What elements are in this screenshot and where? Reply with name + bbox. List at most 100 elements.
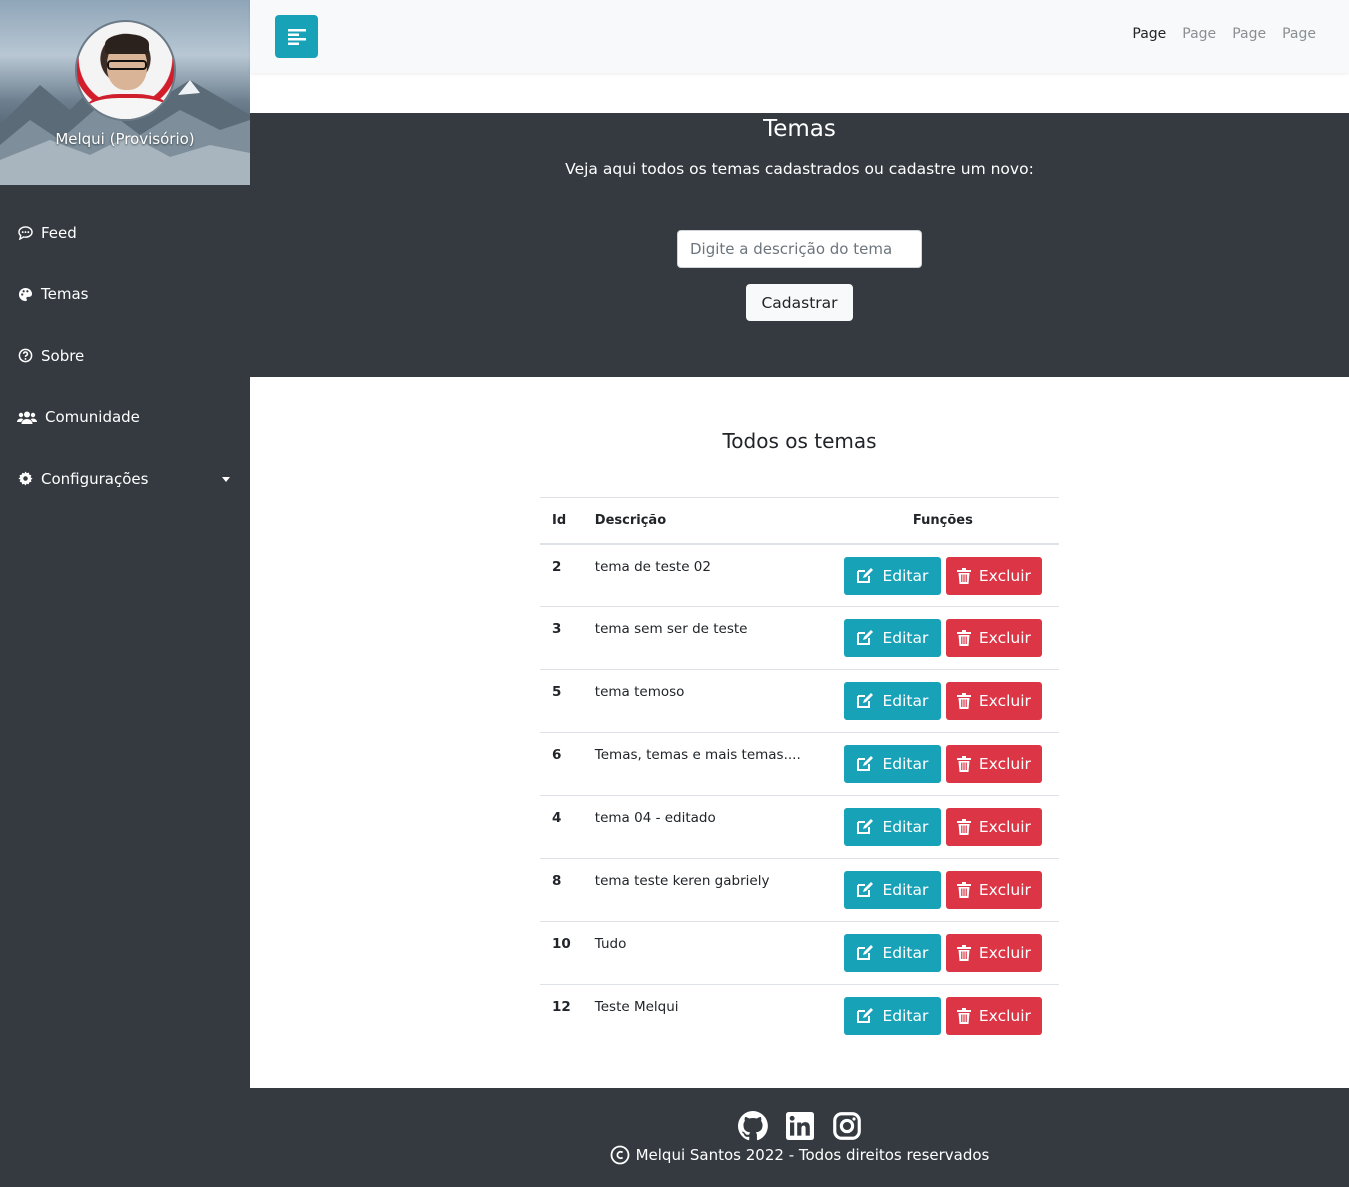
delete-button[interactable]: Excluir (945, 997, 1042, 1035)
row-id: 4 (540, 795, 583, 859)
row-actions: Editar Excluir (826, 732, 1059, 796)
edit-label: Editar (882, 944, 929, 962)
spacer (250, 73, 1349, 113)
sidebar-item-feed[interactable]: Feed (0, 202, 250, 264)
delete-button[interactable]: Excluir (945, 934, 1042, 972)
edit-button[interactable]: Editar (843, 871, 941, 909)
delete-button[interactable]: Excluir (945, 682, 1042, 720)
header-id: Id (540, 497, 583, 545)
trash-icon (956, 1008, 971, 1024)
table-title: Todos os temas (722, 429, 877, 453)
table-row: 3 tema sem ser de teste Editar Excluir (540, 606, 1059, 670)
sidebar-item-label: Temas (41, 285, 89, 304)
chevron-down-icon (222, 476, 230, 482)
table-row: 10 Tudo Editar Excluir (540, 921, 1059, 985)
delete-button[interactable]: Excluir (945, 808, 1042, 846)
temas-table: Id Descrição Funções 2 tema de teste 02 Ed… (540, 497, 1059, 1048)
top-nav-link-2[interactable]: Page (1182, 26, 1216, 42)
palette-icon (17, 286, 33, 302)
edit-icon (857, 693, 874, 708)
edit-button[interactable]: Editar (843, 682, 941, 720)
sidebar-item-label: Sobre (41, 346, 85, 365)
copyright-text: Melqui Santos 2022 - Todos direitos rese… (635, 1146, 990, 1164)
delete-label: Excluir (978, 692, 1031, 710)
page-subtitle: Veja aqui todos os temas cadastrados ou … (565, 160, 1034, 178)
sidebar: Melqui (Provisório) Feed Temas Sobre Com… (0, 0, 250, 1187)
trash-icon (956, 630, 971, 646)
top-nav-link-3[interactable]: Page (1232, 26, 1266, 42)
edit-icon (857, 819, 874, 834)
delete-label: Excluir (978, 755, 1031, 773)
sidebar-item-sobre[interactable]: Sobre (0, 325, 250, 387)
sidebar-item-label: Configurações (41, 469, 149, 488)
row-actions: Editar Excluir (826, 858, 1059, 922)
row-description: tema sem ser de teste (582, 606, 827, 670)
comment-dots-icon (17, 225, 33, 241)
row-description: tema de teste 02 (582, 543, 827, 607)
edit-button[interactable]: Editar (843, 997, 941, 1035)
sidebar-item-comunidade[interactable]: Comunidade (0, 387, 250, 449)
edit-button[interactable]: Editar (843, 934, 941, 972)
temas-list-section: Todos os temas Id Descrição Funções 2 tem… (250, 377, 1349, 1088)
delete-label: Excluir (978, 944, 1031, 962)
sidebar-item-label: Feed (41, 223, 77, 242)
delete-label: Excluir (978, 881, 1031, 899)
table-row: 2 tema de teste 02 Editar Excluir (540, 543, 1059, 607)
edit-label: Editar (882, 692, 929, 710)
header-descricao: Descrição (582, 497, 827, 545)
cadastrar-button[interactable]: Cadastrar (746, 284, 853, 321)
edit-button[interactable]: Editar (843, 556, 941, 595)
avatar (75, 20, 176, 121)
sidebar-item-label: Comunidade (45, 408, 140, 427)
copyright-icon (610, 1145, 629, 1165)
table-row: 12 Teste Melqui Editar Excluir (540, 984, 1059, 1048)
edit-label: Editar (882, 629, 929, 647)
edit-icon (857, 882, 874, 897)
table-row: 8 tema teste keren gabriely Editar Excluir (540, 858, 1059, 922)
table-body: 2 tema de teste 02 Editar Excluir 3 tema sem … (540, 543, 1059, 1048)
edit-label: Editar (882, 566, 929, 585)
row-description: Temas, temas e mais temas.... (582, 732, 827, 796)
sidebar-item-temas[interactable]: Temas (0, 264, 250, 326)
tema-description-input[interactable] (677, 230, 922, 268)
row-actions: Editar Excluir (826, 795, 1059, 859)
delete-button[interactable]: Excluir (945, 871, 1042, 909)
row-actions: Editar Excluir (826, 543, 1059, 607)
social-links (250, 1088, 1349, 1141)
row-description: tema temoso (582, 669, 827, 733)
topbar: Page Page Page Page (250, 0, 1349, 73)
main-content: Page Page Page Page Temas Veja aqui todo… (250, 0, 1349, 1187)
trash-icon (956, 945, 971, 961)
edit-icon (857, 945, 874, 960)
delete-button[interactable]: Excluir (945, 556, 1042, 595)
page-title: Temas (763, 116, 836, 142)
linkedin-icon[interactable] (785, 1111, 815, 1141)
row-actions: Editar Excluir (826, 984, 1059, 1048)
row-description: Tudo (582, 921, 827, 985)
instagram-icon[interactable] (832, 1111, 862, 1141)
top-nav-link-4[interactable]: Page (1282, 26, 1316, 42)
sidebar-nav: Feed Temas Sobre Comunidade Configuraçõe… (0, 202, 250, 510)
row-id: 2 (540, 543, 583, 607)
row-id: 6 (540, 732, 583, 796)
copyright: Melqui Santos 2022 - Todos direitos rese… (250, 1145, 1349, 1165)
sidebar-header: Melqui (Provisório) (0, 0, 250, 185)
row-description: tema 04 - editado (582, 795, 827, 859)
row-description: tema teste keren gabriely (582, 858, 827, 922)
sidebar-item-configuracoes[interactable]: Configurações (0, 448, 250, 510)
delete-button[interactable]: Excluir (945, 745, 1042, 783)
edit-icon (857, 1008, 874, 1023)
delete-button[interactable]: Excluir (945, 619, 1042, 657)
gear-icon (17, 471, 33, 487)
edit-button[interactable]: Editar (843, 745, 941, 783)
edit-button[interactable]: Editar (843, 619, 941, 657)
github-icon[interactable] (737, 1111, 768, 1141)
top-nav-link-1[interactable]: Page (1132, 26, 1166, 42)
profile-name: Melqui (Provisório) (55, 130, 195, 148)
trash-icon (956, 882, 971, 898)
edit-icon (857, 756, 874, 771)
row-id: 8 (540, 858, 583, 922)
edit-button[interactable]: Editar (843, 808, 941, 846)
sidebar-toggle-button[interactable] (275, 15, 318, 58)
row-actions: Editar Excluir (826, 921, 1059, 985)
